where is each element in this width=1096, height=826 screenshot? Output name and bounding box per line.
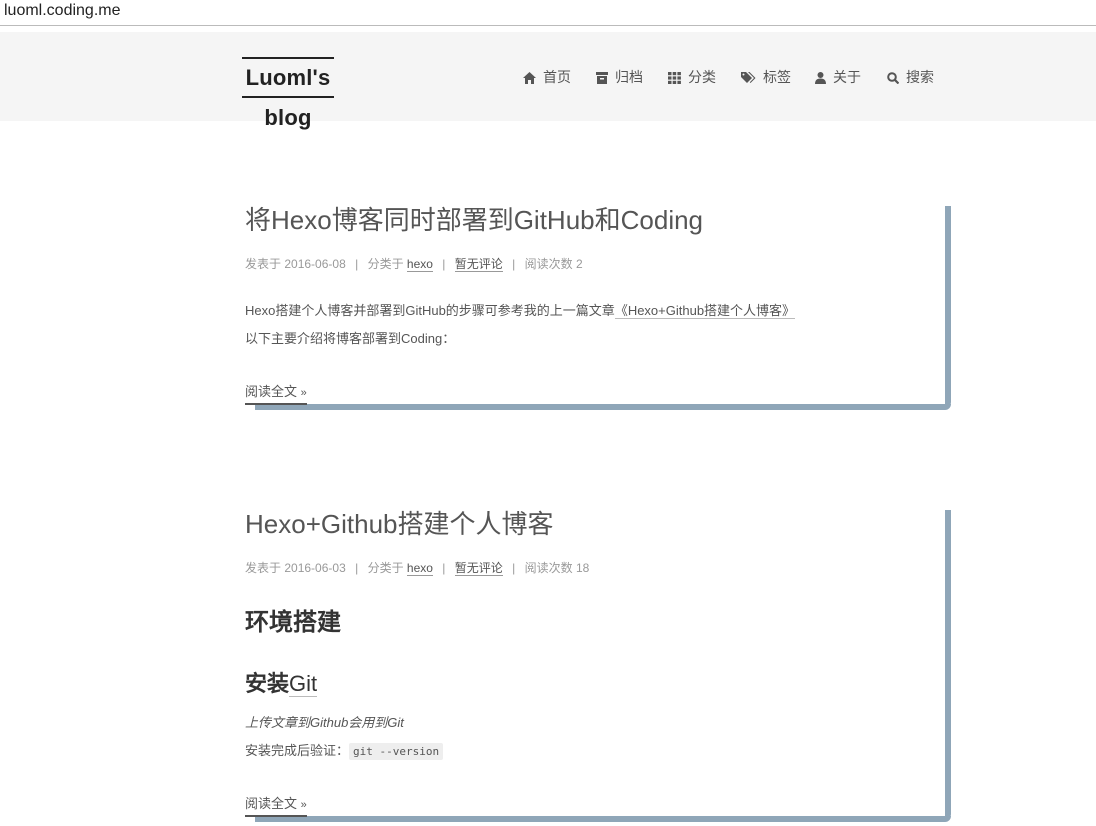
menu-label-archive: 归档 (615, 70, 643, 86)
post-1-read-more-link[interactable]: 阅读全文 » (245, 381, 307, 405)
post-1-meta: 发表于 2016-06-08 | 分类于 hexo | 暂无评论 | 阅读次数 … (245, 255, 583, 272)
menu-item-home[interactable]: 首页 (523, 68, 571, 88)
logo-line-bottom (242, 96, 334, 98)
post-1: 将Hexo博客同时部署到GitHub和Coding 发表于 2016-06-08… (245, 200, 951, 410)
category-prefix: 分类于 (367, 257, 404, 271)
menu-item-archive[interactable]: 归档 (596, 68, 643, 88)
menu-item-about[interactable]: 关于 (815, 68, 861, 88)
archive-icon (596, 72, 608, 84)
meta-separator: | (512, 561, 516, 575)
previous-article-link[interactable]: 《Hexo+Github搭建个人博客》 (614, 303, 796, 319)
menu-label-about: 关于 (833, 70, 861, 86)
th-icon (668, 72, 681, 84)
verify-code: git --version (349, 743, 444, 760)
read-more-arrow: » (300, 799, 307, 811)
tags-icon (741, 72, 756, 83)
menu-label-search: 搜索 (906, 70, 934, 86)
meta-separator: | (355, 561, 359, 575)
meta-separator: | (442, 257, 446, 271)
menu-item-search[interactable]: 搜索 (887, 68, 934, 88)
verify-prefix: 安装完成后验证： (245, 743, 350, 758)
post-2-shadow (945, 510, 951, 820)
post-1-shadow (945, 206, 951, 408)
post-2-title[interactable]: Hexo+Github搭建个人博客 (245, 504, 553, 541)
post-2: Hexo+Github搭建个人博客 发表于 2016-06-03 | 分类于 h… (245, 504, 951, 822)
category-prefix: 分类于 (367, 561, 404, 575)
views-count: 18 (575, 561, 590, 575)
posted-prefix: 发表于 (245, 561, 282, 575)
logo-line-top (242, 57, 334, 59)
read-more-label: 阅读全文 (245, 796, 298, 811)
category-link[interactable]: hexo (406, 257, 433, 272)
post-1-excerpt-line-1: Hexo搭建个人博客并部署到GitHub的步骤可参考我的上一篇文章《Hexo+G… (245, 300, 796, 319)
post-1-title[interactable]: 将Hexo博客同时部署到GitHub和Coding (245, 200, 703, 237)
user-icon (815, 72, 826, 84)
menu-label-tags: 标签 (763, 70, 791, 86)
post-2-italic-note: 上传文章到Github会用到Git (245, 715, 404, 730)
search-icon (887, 72, 900, 85)
post-2-heading-install-git: 安装Git (245, 666, 318, 698)
url-text[interactable]: luoml.coding.me (4, 2, 121, 20)
comments-link[interactable]: 暂无评论 (454, 561, 503, 576)
post-1-excerpt-line-2: 以下主要介绍将博客部署到Coding： (245, 331, 456, 346)
menu-item-tags[interactable]: 标签 (741, 68, 791, 88)
post-date: 2016-06-08 (284, 257, 346, 271)
category-link[interactable]: hexo (406, 561, 433, 576)
post-2-meta: 发表于 2016-06-03 | 分类于 hexo | 暂无评论 | 阅读次数 … (245, 559, 589, 576)
comments-link[interactable]: 暂无评论 (454, 257, 503, 272)
views-prefix: 阅读次数 (524, 561, 573, 575)
address-bar[interactable]: luoml.coding.me (0, 0, 1096, 26)
post-date: 2016-06-03 (284, 561, 346, 575)
views-prefix: 阅读次数 (524, 257, 573, 271)
read-more-arrow: » (300, 387, 307, 399)
views-count: 2 (575, 257, 583, 271)
meta-separator: | (512, 257, 516, 271)
post-2-verify-line: 安装完成后验证： git --version (245, 740, 444, 760)
site-logo[interactable]: Luoml's blog (226, 56, 350, 138)
git-link[interactable]: Git (289, 671, 318, 697)
menu-label-home: 首页 (543, 70, 571, 86)
read-more-label: 阅读全文 (245, 384, 298, 399)
post-2-read-more-link[interactable]: 阅读全文 » (245, 793, 307, 817)
site-header: Luoml's blog 首页 归档 分类 标签 关于 搜索 (0, 32, 1096, 130)
meta-separator: | (355, 257, 359, 271)
menu-label-categories: 分类 (688, 70, 716, 86)
posted-prefix: 发表于 (245, 257, 282, 271)
meta-separator: | (442, 561, 446, 575)
home-icon (523, 72, 536, 84)
post-2-shadow-bottom (255, 816, 951, 822)
excerpt-text: Hexo搭建个人博客并部署到GitHub的步骤可参考我的上一篇文章 (245, 303, 615, 318)
post-2-heading-environment: 环境搭建 (245, 609, 341, 636)
post-1-shadow-bottom (255, 404, 951, 410)
heading-prefix: 安装 (245, 671, 290, 696)
menu-item-categories[interactable]: 分类 (668, 68, 716, 88)
